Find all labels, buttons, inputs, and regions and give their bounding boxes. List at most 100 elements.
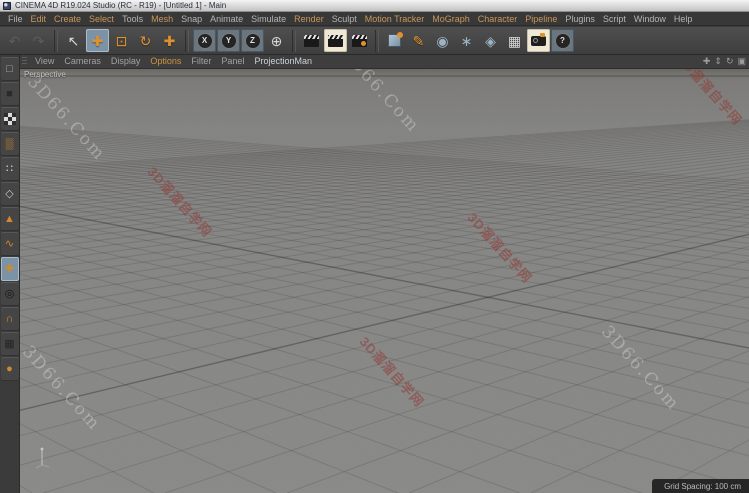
redo-button[interactable]: ↷ — [27, 29, 50, 52]
lock-x-axis-icon: X — [197, 33, 213, 49]
animation-path-icon: ∿ — [5, 239, 14, 250]
lock-x-axis-button[interactable]: X — [193, 29, 216, 52]
app-logo-icon — [3, 2, 11, 10]
make-editable-icon: □ — [6, 64, 13, 75]
viewport-menu-bar: ViewCamerasDisplayOptionsFilterPanelProj… — [20, 55, 749, 69]
viewport: ViewCamerasDisplayOptionsFilterPanelProj… — [20, 55, 749, 493]
model-mode-tool[interactable]: ■ — [1, 82, 19, 106]
add-environment-button[interactable]: ▦ — [503, 29, 526, 52]
display-settings-icon: ? — [555, 33, 571, 49]
enable-snap-tool[interactable]: ∩ — [1, 307, 19, 331]
menu-file[interactable]: File — [4, 12, 27, 26]
rotate-view-icon[interactable]: ↻ — [726, 55, 734, 68]
model-mode-icon: ■ — [6, 89, 13, 100]
render-to-picture-viewer-icon — [328, 35, 343, 47]
make-editable-tool[interactable]: □ — [1, 57, 19, 81]
rotate-tool-icon: ↻ — [140, 34, 152, 48]
rotate-tool-button[interactable]: ↻ — [134, 29, 157, 52]
coordinate-system-button[interactable]: ⊕ — [265, 29, 288, 52]
edges-mode-tool[interactable]: ◇ — [1, 182, 19, 206]
viewport-menu-projectionman[interactable]: ProjectionMan — [249, 56, 317, 66]
viewport-view-controls: ✚⇕ ↻▣ — [703, 55, 746, 68]
lock-y-axis-icon: Y — [221, 33, 237, 49]
points-mode-tool[interactable]: ∷ — [1, 157, 19, 181]
menu-pipeline[interactable]: Pipeline — [521, 12, 561, 26]
window-title: CINEMA 4D R19.024 Studio (RC - R19) - [U… — [15, 1, 226, 10]
add-deformer-button[interactable]: ◈ — [479, 29, 502, 52]
viewport-menu-display[interactable]: Display — [106, 56, 146, 66]
enable-snap-icon: ∩ — [6, 314, 14, 325]
menu-animate[interactable]: Animate — [206, 12, 247, 26]
menu-script[interactable]: Script — [599, 12, 630, 26]
add-primitive-cube-icon — [388, 34, 401, 47]
enable-axis-tool[interactable]: ✚ — [1, 257, 19, 281]
add-spline-pen-icon: ✎ — [413, 34, 425, 48]
menu-mograph[interactable]: MoGraph — [428, 12, 474, 26]
menu-create[interactable]: Create — [50, 12, 85, 26]
menu-motion-tracker[interactable]: Motion Tracker — [361, 12, 429, 26]
quantize-tool[interactable]: ● — [1, 357, 19, 381]
lock-z-axis-button[interactable]: Z — [241, 29, 264, 52]
move-tool-button[interactable]: ✚ — [86, 29, 109, 52]
polygons-mode-icon: ▲ — [4, 214, 15, 225]
viewport-menu-view[interactable]: View — [30, 56, 59, 66]
polygons-mode-tool[interactable]: ▲ — [1, 207, 19, 231]
uv-texture-icon: ▒ — [6, 139, 14, 150]
add-subdivision-surface-button[interactable]: ◉ — [431, 29, 454, 52]
viewport-menu-panel[interactable]: Panel — [216, 56, 249, 66]
workplane-tool[interactable]: ▦ — [1, 332, 19, 356]
render-to-picture-viewer-button[interactable] — [324, 29, 347, 52]
undo-icon: ↶ — [9, 34, 21, 48]
workplane-icon: ▦ — [4, 339, 14, 350]
menu-select[interactable]: Select — [85, 12, 118, 26]
add-camera-button[interactable] — [527, 29, 550, 52]
palette-grip-handle[interactable] — [22, 57, 27, 66]
menu-simulate[interactable]: Simulate — [247, 12, 290, 26]
live-selection-button[interactable]: ↖ — [62, 29, 85, 52]
animation-path-tool[interactable]: ∿ — [1, 232, 19, 256]
scale-tool-icon: ⊡ — [116, 34, 128, 48]
scale-tool-button[interactable]: ⊡ — [110, 29, 133, 52]
menu-help[interactable]: Help — [670, 12, 697, 26]
menu-render[interactable]: Render — [290, 12, 328, 26]
menu-tools[interactable]: Tools — [118, 12, 147, 26]
add-camera-icon — [531, 36, 546, 46]
viewport-menu-cameras[interactable]: Cameras — [59, 56, 106, 66]
world-axis-gizmo — [34, 445, 56, 469]
last-used-tool-button[interactable]: ✚ — [158, 29, 181, 52]
quantize-icon: ● — [6, 364, 13, 375]
redo-icon: ↷ — [33, 34, 45, 48]
viewport-menu-filter[interactable]: Filter — [186, 56, 216, 66]
menu-window[interactable]: Window — [630, 12, 670, 26]
pan-view-icon[interactable]: ✚ — [703, 55, 711, 68]
viewport-solo-tool[interactable]: ◎ — [1, 282, 19, 306]
menu-edit[interactable]: Edit — [27, 12, 51, 26]
camera-label: Perspective — [24, 70, 66, 79]
display-settings-button[interactable]: ? — [551, 29, 574, 52]
menu-plugins[interactable]: Plugins — [561, 12, 599, 26]
add-primitive-cube-button[interactable] — [383, 29, 406, 52]
mode-palette: □ ■ ▒ ∷◇ ▲ ∿ ✚◎ ∩ ▦ ● — [0, 55, 20, 493]
lock-z-axis-icon: Z — [245, 33, 261, 49]
zoom-view-icon[interactable]: ⇕ — [714, 55, 722, 68]
viewport-canvas[interactable]: 3D66.Com3D66.Com3D66.Com3D66.Com3D溜溜自学网3… — [20, 69, 749, 493]
menu-mesh[interactable]: Mesh — [147, 12, 177, 26]
viewport-menu-options[interactable]: Options — [145, 56, 186, 66]
texture-mode-tool[interactable] — [1, 107, 19, 131]
menu-snap[interactable]: Snap — [177, 12, 206, 26]
add-spline-pen-button[interactable]: ✎ — [407, 29, 430, 52]
gear-icon — [361, 41, 366, 46]
render-view-button[interactable] — [300, 29, 323, 52]
menu-character[interactable]: Character — [474, 12, 522, 26]
uv-texture-tool[interactable]: ▒ — [1, 132, 19, 156]
lock-y-axis-button[interactable]: Y — [217, 29, 240, 52]
add-generator-button[interactable]: ∗ — [455, 29, 478, 52]
menu-sculpt[interactable]: Sculpt — [328, 12, 361, 26]
title-bar: CINEMA 4D R19.024 Studio (RC - R19) - [U… — [0, 0, 749, 12]
toolbar-separator — [375, 30, 379, 52]
floor-grid — [20, 69, 749, 493]
edit-render-settings-button[interactable] — [348, 29, 371, 52]
toggle-view-icon[interactable]: ▣ — [737, 55, 746, 68]
undo-button[interactable]: ↶ — [3, 29, 26, 52]
toolbar-separator — [54, 30, 58, 52]
